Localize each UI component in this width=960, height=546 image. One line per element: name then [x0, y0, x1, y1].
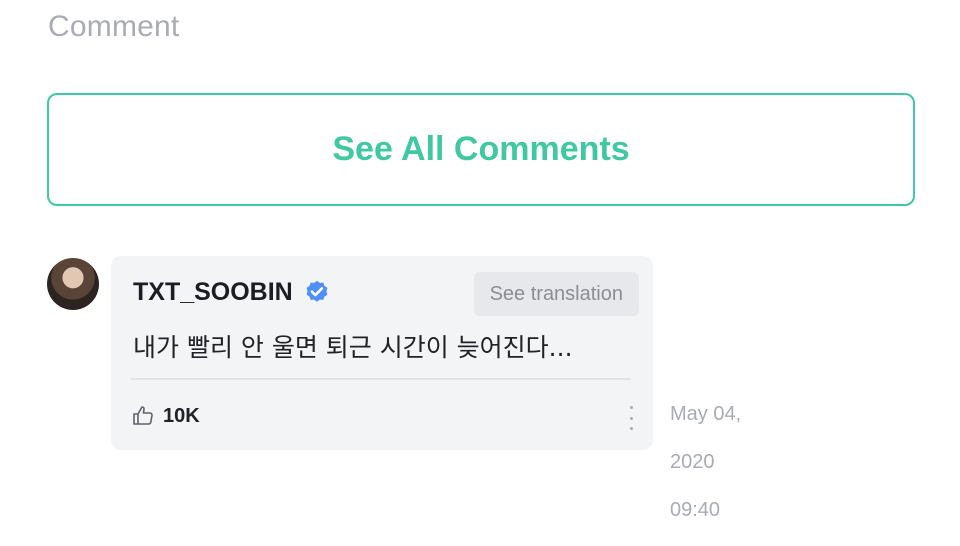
- comment-text: 내가 빨리 안 울면 퇴근 시간이 늦어진다...: [133, 333, 573, 362]
- see-translation-button[interactable]: See translation: [473, 272, 639, 316]
- avatar[interactable]: [47, 258, 99, 310]
- more-vertical-icon[interactable]: [627, 406, 635, 430]
- like-button[interactable]: 10K: [131, 404, 200, 428]
- comment-author: TXT_SOOBIN: [133, 278, 331, 307]
- like-count: 10K: [163, 404, 200, 427]
- comment-card: TXT_SOOBIN See translation 내가 빨리 안 울면 퇴근…: [111, 256, 653, 450]
- section-title: Comment: [48, 10, 180, 43]
- timestamp-line-2: 2020: [670, 451, 715, 473]
- author-name[interactable]: TXT_SOOBIN: [133, 278, 293, 307]
- verified-badge-icon: [306, 280, 328, 302]
- comment-timestamp: May 04, 2020 09:40: [670, 378, 741, 546]
- see-all-comments-button[interactable]: See All Comments: [47, 93, 915, 206]
- divider: [131, 378, 631, 380]
- timestamp-line-1: May 04,: [670, 403, 742, 425]
- timestamp-line-3: 09:40: [670, 499, 721, 521]
- thumbs-up-icon: [133, 406, 153, 425]
